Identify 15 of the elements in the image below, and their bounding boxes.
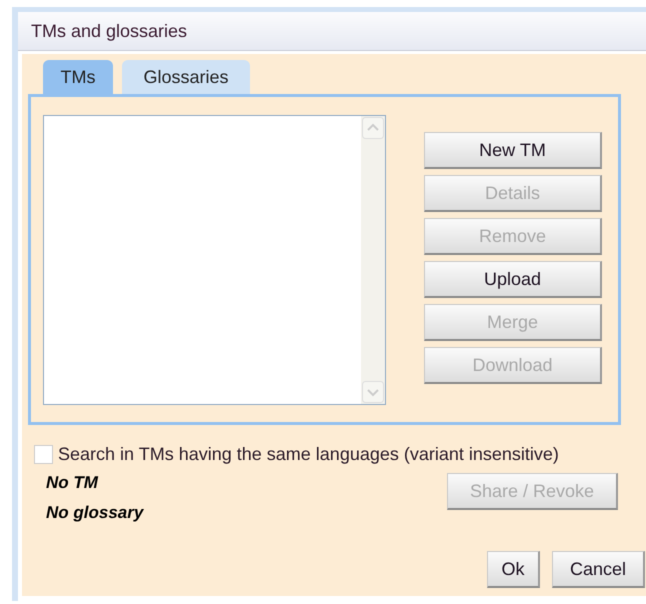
tab[interactable]: Glossaries	[122, 60, 250, 94]
window-title: TMs and glossaries	[18, 12, 646, 51]
scroll-down-icon[interactable]	[362, 381, 384, 403]
action-button[interactable]: New TM	[424, 132, 602, 169]
checkbox[interactable]	[34, 445, 53, 464]
status-text: No TM	[46, 473, 100, 493]
tab[interactable]: TMs	[43, 60, 113, 94]
ok-button[interactable]: Ok	[487, 551, 540, 588]
scroll-up-icon[interactable]	[362, 117, 384, 139]
scrollbar[interactable]	[361, 116, 385, 404]
action-button[interactable]: Upload	[424, 261, 602, 298]
tm-list[interactable]	[43, 115, 386, 405]
checkbox-label: Search in TMs having the same languages (variant insensitive)	[58, 444, 559, 465]
cancel-button[interactable]: Cancel	[552, 551, 645, 588]
status-text: No glossary	[46, 503, 145, 523]
